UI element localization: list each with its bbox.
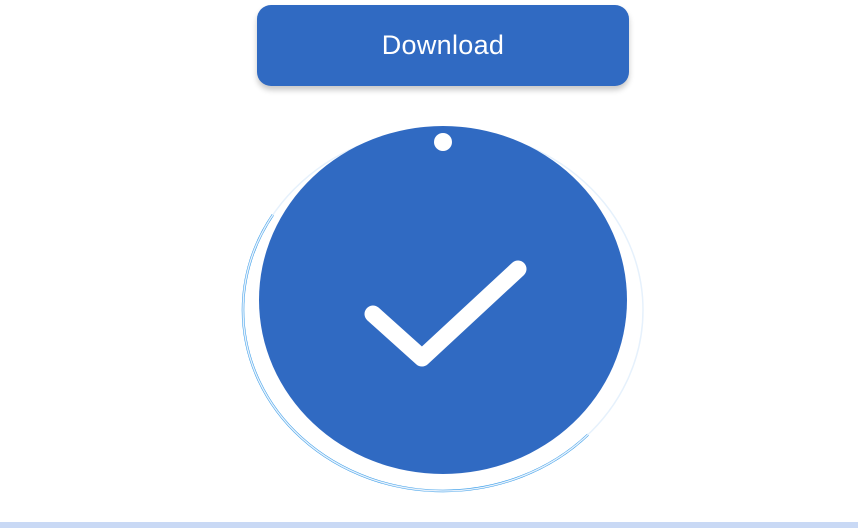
download-button[interactable]: Download bbox=[257, 5, 629, 86]
bottom-divider bbox=[0, 522, 858, 528]
download-button-label: Download bbox=[381, 30, 505, 60]
download-progress-indicator bbox=[240, 126, 646, 494]
progress-ring-graphic bbox=[241, 126, 645, 493]
progress-dot bbox=[434, 133, 452, 151]
status-circle bbox=[259, 126, 627, 474]
